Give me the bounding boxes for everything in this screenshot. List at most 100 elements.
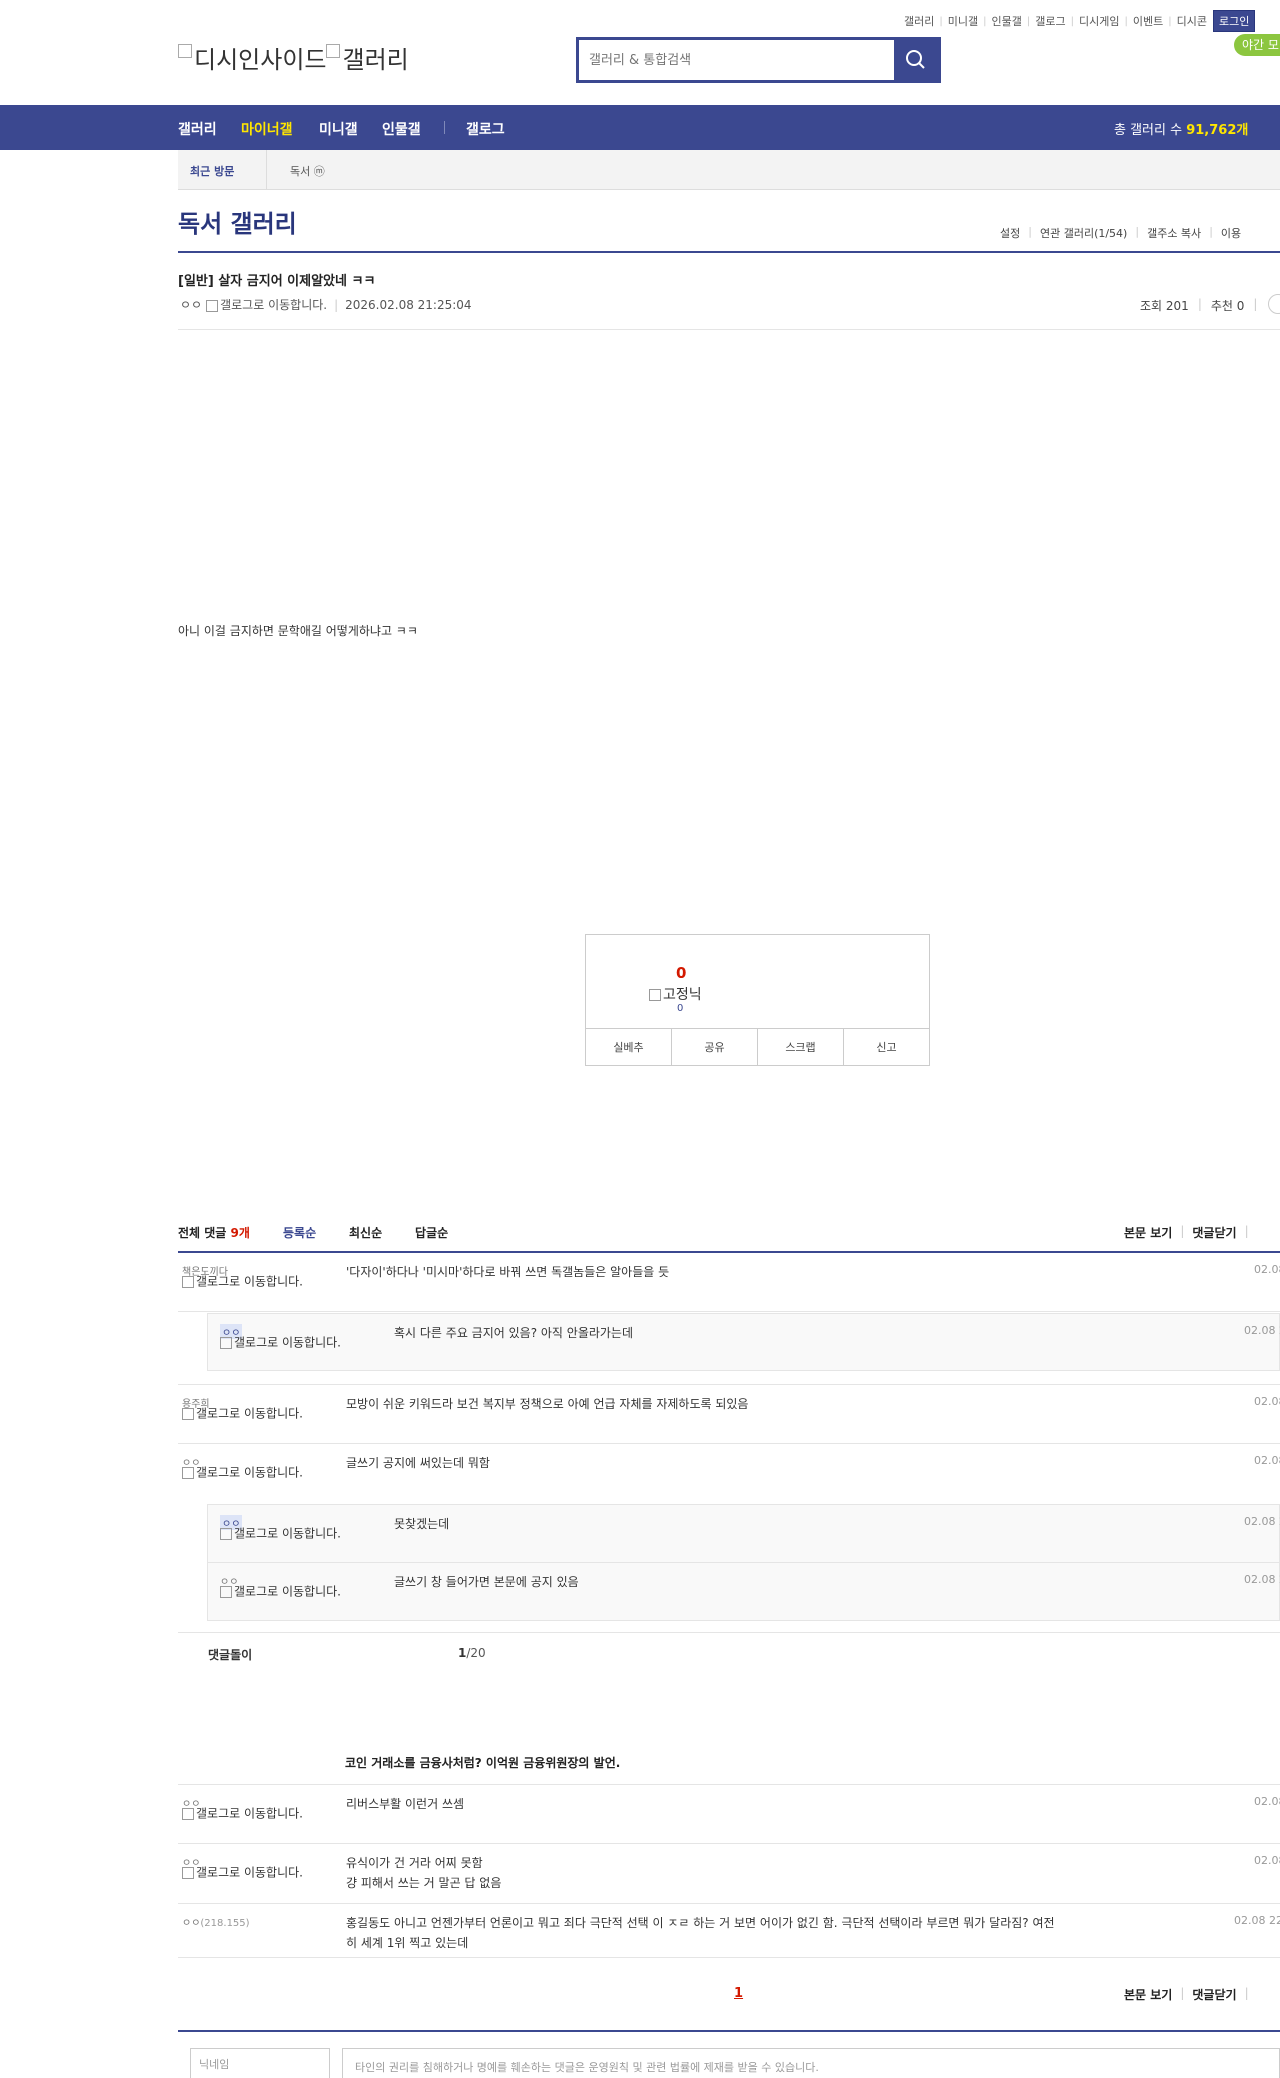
comment-total: 전체 댓글 9개 [178,1224,250,1241]
fixed-nick-recommend: 고정닉 [649,984,702,1004]
settings-link[interactable]: 설정 [1000,225,1020,241]
nav-minor-gallery[interactable]: 마이너갤 [241,119,293,139]
vote-actions: 실베추 공유 스크랩 신고 [586,1028,929,1065]
search-icon [906,50,925,69]
comment-text: 모방이 쉬운 키워드라 보건 복지부 정책으로 아예 언급 자체를 자제하도록 … [346,1397,749,1411]
search-input[interactable] [579,40,894,80]
topmenu-event[interactable]: 이벤트 [1133,13,1163,29]
topmenu-person[interactable]: 인물갤 [992,13,1022,29]
comment-footer-actions: 본문 보기 | 댓글닫기 | [1124,1986,1249,2003]
pager-total: /20 [466,1646,486,1660]
more-options-button[interactable] [1268,294,1280,314]
comment-text: 히 세계 1위 찍고 있는데 [346,1936,469,1950]
divider [178,251,1280,253]
view-body-link[interactable]: 본문 보기 [1124,1224,1172,1241]
best-recommend-button[interactable]: 실베추 [586,1029,672,1065]
sort-replies[interactable]: 답글순 [415,1224,448,1241]
report-button[interactable]: 신고 [844,1029,929,1065]
sort-latest[interactable]: 최신순 [349,1224,382,1241]
divider [178,1632,1280,1633]
gallog-link[interactable]: 갤로그로 이동합니다. [182,1276,308,1288]
broken-image-icon [326,44,341,58]
vote-box: 0 고정닉 0 실베추 공유 스크랩 신고 [585,934,930,1066]
nav-mini-gallery[interactable]: 미니갤 [319,119,358,139]
search-button[interactable] [894,40,938,80]
gallog-link-text: 갤로그로 이동합니다. [196,1865,303,1880]
broken-image-icon [220,1586,232,1598]
recent-visit-label[interactable]: 최근 방문 [190,163,234,179]
comment-total-label: 전체 댓글 [178,1226,231,1240]
comment-text: 유식이가 건 거라 어찌 못함 [346,1856,483,1870]
nav-gallery[interactable]: 갤러리 [178,119,217,139]
share-button[interactable]: 공유 [672,1029,758,1065]
total-value: 91,762개 [1186,123,1249,138]
comment-text: '다자이'하다나 '미시마'하다로 바꿔 쓰면 독갤놈들은 알아들을 듯 [346,1265,670,1279]
login-button[interactable]: 로그인 [1212,10,1256,32]
reply-item: ㅇㅇ 갤로그로 이동합니다. 못찾겠는데 02.08 2 [208,1505,1280,1563]
related-post-title[interactable]: 코인 거래소를 금융사처럼? 이억원 금융위원장의 발언. [345,1754,620,1771]
gallog-link[interactable]: 갤로그로 이동합니다. [220,1528,346,1540]
nav-divider [444,121,445,134]
usage-link[interactable]: 이용 [1221,225,1241,241]
recent-gallery-link[interactable]: 독서 ⓜ [290,163,325,179]
gallog-link[interactable]: 갤로그로 이동합니다. [182,1408,308,1420]
gallog-link[interactable]: 갤로그로 이동합니다. [182,1467,308,1479]
comment-textarea[interactable]: 타인의 권리를 침해하거나 명예를 훼손하는 댓글은 운영원칙 및 관련 법률에… [342,2048,1280,2078]
gallog-link[interactable]: 갤로그로 이동합니다. [206,296,327,313]
broken-image-icon [182,1408,194,1420]
topmenu-gallog[interactable]: 갤로그 [1035,13,1065,29]
topmenu-game[interactable]: 디시게임 [1079,13,1119,29]
broken-image-icon [182,1276,194,1288]
nickname-input[interactable]: 닉네임 [190,2048,330,2078]
comment-bot-label: 댓글돌이 [208,1648,253,1662]
view-body-link[interactable]: 본문 보기 [1124,1986,1172,2003]
topmenu-dccon[interactable]: 디시콘 [1177,13,1207,29]
gallog-link-text: 갤로그로 이동합니다. [196,1465,303,1480]
gallog-link[interactable]: 갤로그로 이동합니다. [182,1808,308,1820]
comment-bot-pager[interactable]: 1/20 [458,1646,486,1660]
topmenu-minor[interactable]: 미니갤 [948,13,978,29]
nick-text: ㅇㅇ [182,1918,201,1929]
comment-text: 리버스부활 이런거 쓰셈 [346,1797,465,1811]
gallog-link-text: 갤로그로 이동합니다. [234,1584,341,1599]
gallog-link[interactable]: 갤로그로 이동합니다. [220,1586,346,1598]
topmenu-gallery[interactable]: 갤러리 [904,13,934,29]
site-logo[interactable]: 디시인사이드 갤러리 [178,40,409,75]
comment-total-count: 9개 [230,1226,250,1240]
sort-registered[interactable]: 등록순 [283,1224,316,1241]
recent-visit-bar: 최근 방문 독서 ⓜ [178,150,1280,190]
comment-write-box: 닉네임 타인의 권리를 침해하거나 명예를 훼손하는 댓글은 운영원칙 및 관련… [178,2038,1280,2078]
divider [266,150,267,190]
comment-page-1[interactable]: 1 [734,1986,743,2001]
total-label: 총 갤러리 수 [1114,123,1187,138]
gallery-title[interactable]: 독서 갤러리 [178,204,297,239]
nightmode-toggle[interactable]: 야간 모 [1234,34,1280,56]
gallog-link[interactable]: 갤로그로 이동합니다. [220,1337,346,1349]
broken-image-icon [182,1867,194,1879]
gallog-link[interactable]: 갤로그로 이동합니다. [182,1867,308,1879]
gallog-link-text: 갤로그로 이동합니다. [196,1274,303,1289]
comment-text: 걍 피해서 쓰는 거 말곤 답 없음 [346,1876,502,1890]
reply-date: 02.08 2 [1244,1324,1280,1337]
close-comments-link[interactable]: 댓글닫기 [1192,1986,1236,2003]
broken-image-icon [220,1337,232,1349]
broken-image-icon [178,44,192,58]
search-box [576,37,941,83]
copy-address-link[interactable]: 갤주소 복사 [1147,225,1201,241]
post-date: 2026.02.08 21:25:04 [345,297,472,312]
broken-image-icon [220,1528,232,1540]
comment-nick[interactable]: ㅇㅇ(218.155) [182,1914,250,1929]
broken-image-icon [182,1808,194,1820]
scrap-button[interactable]: 스크랩 [758,1029,844,1065]
nav-gallog[interactable]: 갤로그 [466,119,505,139]
related-gallery-link[interactable]: 연관 갤러리(1/54) [1040,225,1127,241]
comment-item: 책은도끼다 갤로그로 이동합니다. '다자이'하다나 '미시마'하다로 바꿔 쓰… [178,1253,1280,1312]
nav-person-gallery[interactable]: 인물갤 [382,119,421,139]
total-gallery-count: 총 갤러리 수 91,762개 [1114,119,1248,138]
post-author[interactable]: ㅇㅇ [180,296,202,313]
close-comments-link[interactable]: 댓글닫기 [1192,1224,1236,1241]
gallog-link-text: 갤로그로 이동합니다. [196,1806,303,1821]
recommend-number: 0 [676,964,687,982]
comment-item: 용주희 갤로그로 이동합니다. 모방이 쉬운 키워드라 보건 복지부 정책으로 … [178,1385,1280,1444]
post-title: [일반] 살자 금지어 이제알았네 ㅋㅋ [178,274,376,289]
